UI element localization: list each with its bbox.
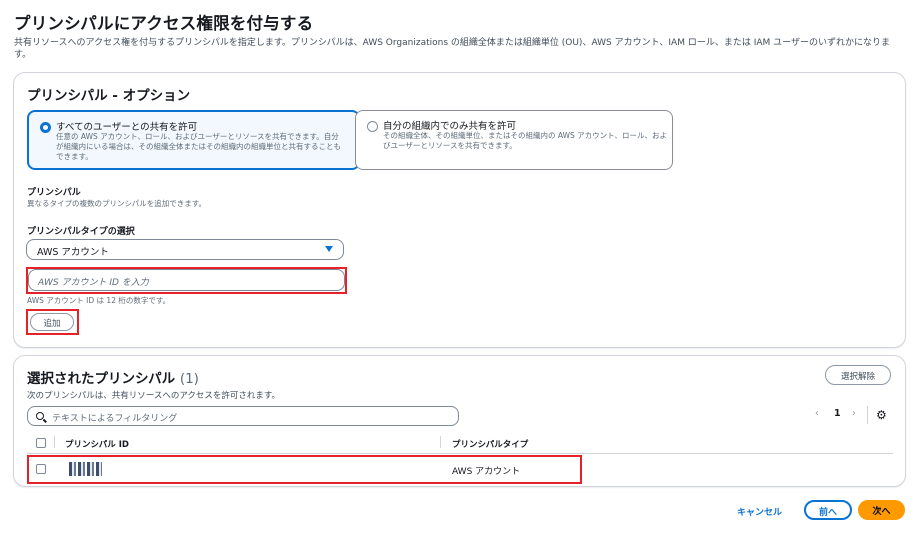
page-title: プリンシパルにアクセス権限を付与する xyxy=(14,14,314,33)
share-with-anyone-tile[interactable]: すべてのユーザーとの共有を許可 任意の AWS アカウント、ロール、およびユーザ… xyxy=(27,110,360,170)
principal-type-label: プリンシパルタイプの選択 xyxy=(27,227,135,237)
principal-options-panel: プリンシパル - オプション すべてのユーザーとの共有を許可 任意の AWS ア… xyxy=(13,72,906,348)
column-divider xyxy=(440,436,441,448)
principal-description: 異なるタイプの複数のプリンシパルを追加できます。 xyxy=(27,199,207,208)
row-checkbox[interactable] xyxy=(36,464,46,474)
tile-title: すべてのユーザーとの共有を許可 xyxy=(56,122,198,133)
search-icon xyxy=(36,412,44,420)
settings-gear-icon[interactable]: ⚙ xyxy=(876,408,887,422)
selected-principals-panel: 選択されたプリンシパル (1) 選択解除 次のプリンシパルは、共有リソースへのア… xyxy=(13,355,906,487)
principal-type-select[interactable]: AWS アカウント xyxy=(26,239,344,260)
tile-description: その組織全体、その組織単位、またはその組織内の AWS アカウント、ロール、およ… xyxy=(383,131,668,150)
select-all-checkbox[interactable] xyxy=(36,438,46,448)
tile-description: 任意の AWS アカウント、ロール、およびユーザーとリソースを共有できます。自分… xyxy=(56,132,341,161)
principal-type-cell: AWS アカウント xyxy=(452,467,521,477)
clear-selection-button[interactable]: 選択解除 xyxy=(825,365,891,385)
options-heading: プリンシパル - オプション xyxy=(27,88,191,104)
share-within-org-tile[interactable]: 自分の組織内でのみ共有を許可 その組織全体、その組織単位、またはその組織内の A… xyxy=(355,110,673,170)
principal-type-value: AWS アカウント xyxy=(37,247,109,258)
account-id-hint: AWS アカウント ID は 12 桁の数字です。 xyxy=(27,296,171,305)
pager-page-number[interactable]: 1 xyxy=(834,408,841,419)
selected-count: (1) xyxy=(179,371,199,387)
account-id-input[interactable]: AWS アカウント ID を入力 xyxy=(28,269,345,291)
pager-next-icon[interactable]: › xyxy=(852,408,856,419)
column-header-principal-type[interactable]: プリンシパルタイプ xyxy=(452,438,528,450)
pager-prev-icon[interactable]: ‹ xyxy=(815,408,819,419)
selected-description: 次のプリンシパルは、共有リソースへのアクセスを許可されます。 xyxy=(27,391,281,401)
column-divider xyxy=(54,436,55,448)
next-button[interactable]: 次へ xyxy=(858,500,905,520)
redacted-principal-id xyxy=(69,462,102,476)
add-button[interactable]: 追加 xyxy=(30,313,74,331)
selected-heading: 選択されたプリンシパル (1) xyxy=(27,367,199,387)
caret-down-icon xyxy=(325,246,333,252)
table-header-rule xyxy=(27,453,893,454)
radio-selected-icon[interactable] xyxy=(40,122,51,133)
selected-heading-text: 選択されたプリンシパル xyxy=(27,371,176,387)
previous-button[interactable]: 前へ xyxy=(804,500,852,520)
page-description: 共有リソースへのアクセス権を付与するプリンシパルを指定します。プリンシパルは、A… xyxy=(14,38,890,60)
tile-title: 自分の組織内でのみ共有を許可 xyxy=(383,121,517,132)
radio-unselected-icon[interactable] xyxy=(367,121,378,132)
filter-placeholder: テキストによるフィルタリング xyxy=(52,414,178,424)
cancel-button[interactable]: キャンセル xyxy=(737,505,782,518)
filter-input[interactable]: テキストによるフィルタリング xyxy=(27,406,459,426)
column-header-principal-id[interactable]: プリンシパル ID xyxy=(65,438,129,450)
principal-label: プリンシパル xyxy=(27,188,81,198)
pager-divider xyxy=(867,406,868,424)
